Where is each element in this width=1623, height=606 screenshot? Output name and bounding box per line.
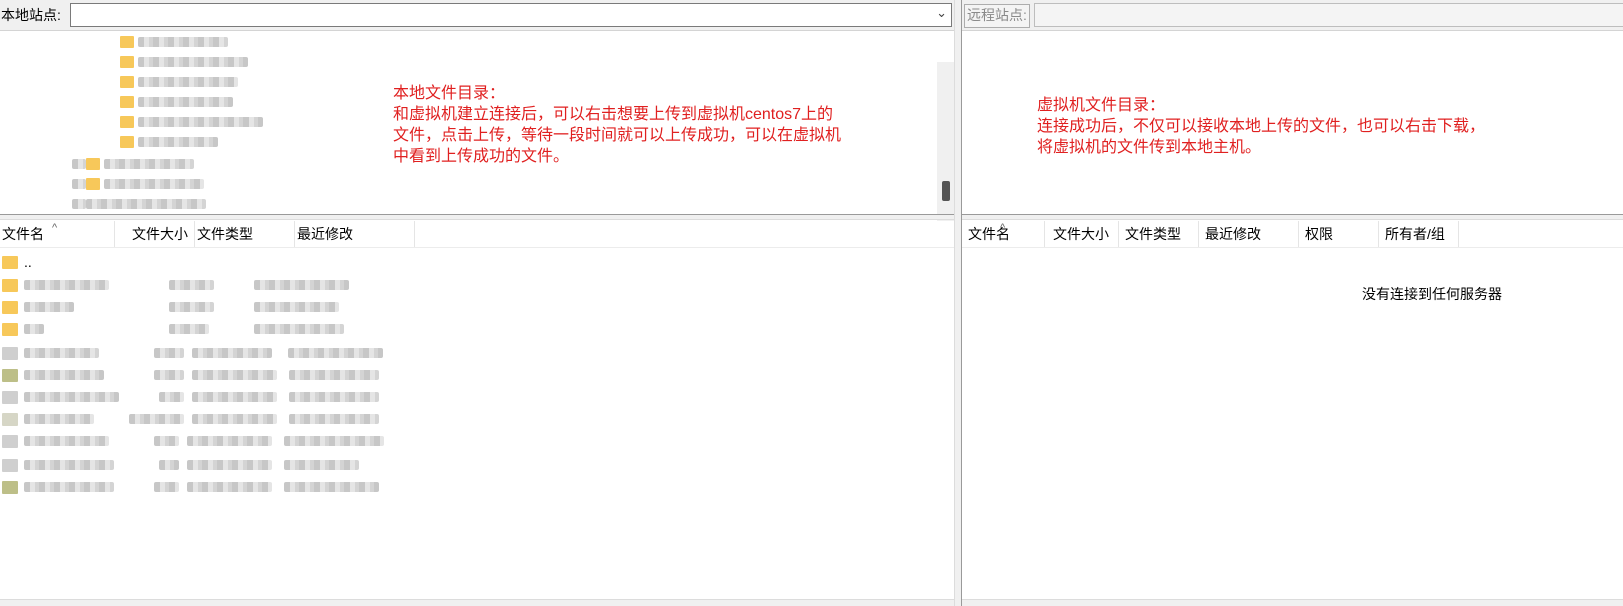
list-item[interactable]	[0, 274, 349, 296]
local-col-modified[interactable]: 最近修改	[295, 221, 415, 247]
col-label: 权限	[1305, 226, 1333, 242]
local-col-filename[interactable]: 文件名 ^	[0, 221, 115, 247]
col-label: 文件名	[2, 226, 44, 242]
local-directory-tree[interactable]: 本地文件目录： 和虚拟机建立连接后，可以右击想要上传到虚拟机centos7上的 …	[0, 31, 954, 245]
col-label: 文件类型	[197, 226, 253, 242]
list-item[interactable]	[0, 476, 379, 498]
folder-icon	[86, 178, 100, 190]
remote-col-owner-group[interactable]: 所有者/组	[1379, 221, 1459, 247]
chevron-down-icon[interactable]: ⌄	[936, 5, 947, 21]
local-list-hscrollbar[interactable]	[0, 599, 954, 606]
col-label: 文件大小	[1053, 226, 1109, 242]
folder-icon	[120, 76, 134, 88]
col-label: 文件类型	[1125, 226, 1181, 242]
folder-icon	[120, 136, 134, 148]
remote-col-filetype[interactable]: 文件类型	[1119, 221, 1199, 247]
scrollbar-thumb[interactable]	[942, 181, 950, 201]
col-label: 最近修改	[297, 226, 353, 242]
remote-site-path-input[interactable]	[1034, 3, 1623, 27]
local-site-label: 本地站点:	[1, 7, 61, 23]
local-annotation: 本地文件目录： 和虚拟机建立连接后，可以右击想要上传到虚拟机centos7上的 …	[393, 85, 842, 165]
folder-icon	[2, 300, 18, 314]
folder-icon	[2, 322, 18, 336]
local-list-header: 文件名 ^ 文件大小 文件类型 最近修改	[0, 221, 954, 248]
col-label: 所有者/组	[1385, 226, 1445, 242]
remote-annotation: 虚拟机文件目录： 连接成功后，不仅可以接收本地上传的文件，也可以右击下载， 将虚…	[1037, 97, 1486, 156]
remote-directory-tree[interactable]: 虚拟机文件目录： 连接成功后，不仅可以接收本地上传的文件，也可以右击下载， 将虚…	[962, 31, 1623, 214]
file-icon	[2, 412, 18, 426]
remote-col-filesize[interactable]: 文件大小	[1045, 221, 1119, 247]
local-col-filetype[interactable]: 文件类型	[195, 221, 295, 247]
file-icon	[2, 434, 18, 448]
list-item[interactable]	[0, 364, 379, 386]
list-item[interactable]	[0, 408, 379, 430]
remote-col-modified[interactable]: 最近修改	[1199, 221, 1299, 247]
col-label: 最近修改	[1205, 226, 1261, 242]
folder-icon	[86, 158, 100, 170]
folder-icon	[120, 96, 134, 108]
not-connected-message: 没有连接到任何服务器	[1362, 286, 1502, 302]
list-item[interactable]: ..	[0, 251, 32, 273]
remote-col-permissions[interactable]: 权限	[1299, 221, 1379, 247]
list-item[interactable]	[0, 430, 384, 452]
remote-pane: 远程站点: 虚拟机文件目录： 连接成功后，不仅可以接收本地上传的文件，也可以右击…	[962, 0, 1623, 606]
remote-list-hscrollbar[interactable]	[962, 599, 1623, 606]
local-col-filesize[interactable]: 文件大小	[115, 221, 195, 247]
local-pane: 本地站点: ⌄ 本地文件目录： 和虚拟机建立连接后，可以右击想要上传到虚拟机ce…	[0, 0, 954, 606]
file-icon	[2, 458, 18, 472]
chevron-up-icon: ^	[52, 222, 58, 234]
remote-site-bar: 远程站点:	[962, 0, 1623, 31]
folder-icon	[120, 56, 134, 68]
file-icon	[2, 346, 18, 360]
remote-list-header: 文件名 ^ 文件大小 文件类型 最近修改 权限 所有者/组	[962, 221, 1623, 248]
list-item[interactable]	[0, 318, 344, 340]
folder-icon	[120, 36, 134, 48]
parent-dir-label: ..	[24, 254, 32, 270]
chevron-up-icon: ^	[1000, 222, 1006, 234]
local-site-bar: 本地站点: ⌄	[0, 0, 954, 31]
col-label: 文件大小	[132, 226, 188, 242]
folder-icon	[2, 278, 18, 292]
file-icon	[2, 368, 18, 382]
folder-icon	[2, 255, 18, 269]
file-icon	[2, 480, 18, 494]
list-item[interactable]	[0, 454, 359, 476]
vertical-splitter[interactable]	[954, 0, 962, 606]
remote-horizontal-splitter[interactable]	[962, 214, 1623, 220]
remote-site-label: 远程站点:	[964, 4, 1030, 28]
local-horizontal-splitter[interactable]	[0, 214, 954, 220]
file-icon	[2, 390, 18, 404]
folder-icon	[120, 116, 134, 128]
remote-col-filename[interactable]: 文件名 ^	[966, 221, 1045, 247]
local-site-path-input[interactable]: ⌄	[70, 3, 952, 27]
list-item[interactable]	[0, 296, 339, 318]
list-item[interactable]	[0, 386, 379, 408]
list-item[interactable]	[0, 342, 383, 364]
